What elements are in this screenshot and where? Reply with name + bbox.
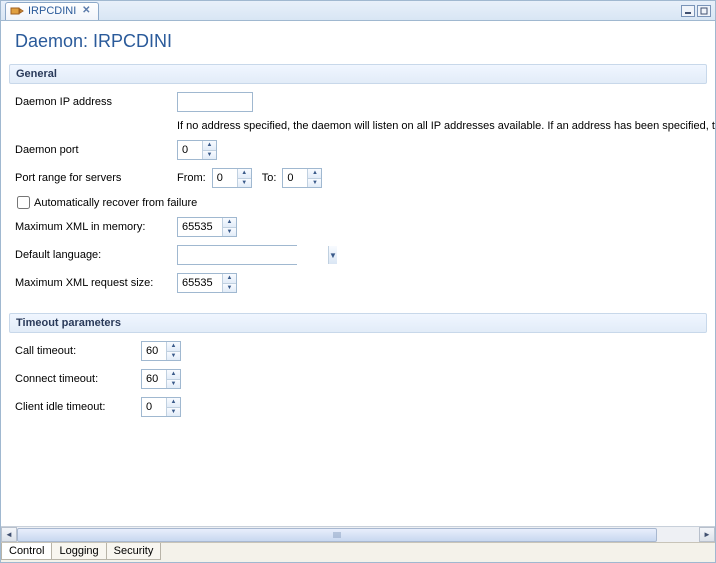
default-lang-label: Default language: [15, 249, 177, 261]
timeout-header: Timeout parameters [9, 313, 707, 333]
chevron-down-icon[interactable]: ▼ [238, 178, 251, 188]
scroll-track[interactable] [17, 527, 699, 542]
auto-recover-checkbox[interactable] [17, 196, 30, 209]
chevron-up-icon[interactable]: ▲ [238, 169, 251, 178]
port-range-from-spinner[interactable]: ▲▼ [212, 168, 252, 188]
bottom-tabs: Control Logging Security [1, 542, 715, 562]
editor-tab-title: IRPCDINI [28, 5, 76, 17]
chevron-up-icon[interactable]: ▲ [223, 274, 236, 283]
max-xml-mem-label: Maximum XML in memory: [15, 221, 177, 233]
call-timeout-spinner[interactable]: ▲▼ [141, 341, 181, 361]
daemon-port-label: Daemon port [15, 144, 177, 156]
auto-recover-label: Automatically recover from failure [34, 197, 197, 209]
daemon-ip-label: Daemon IP address [15, 96, 177, 108]
tab-control[interactable]: Control [1, 543, 52, 560]
max-xml-mem-input[interactable] [178, 218, 222, 236]
port-range-label: Port range for servers [15, 172, 177, 184]
scroll-thumb[interactable] [17, 528, 657, 542]
timeout-group: Timeout parameters Call timeout: ▲▼ Conn… [9, 313, 707, 427]
call-timeout-label: Call timeout: [15, 345, 141, 357]
chevron-up-icon[interactable]: ▲ [167, 398, 180, 407]
chevron-down-icon[interactable]: ▼ [308, 178, 321, 188]
chevron-down-icon[interactable]: ▼ [223, 227, 236, 237]
chevron-down-icon[interactable]: ▼ [167, 351, 180, 361]
window-controls [681, 5, 711, 17]
close-icon[interactable]: ✕ [80, 5, 92, 17]
chevron-up-icon[interactable]: ▲ [223, 218, 236, 227]
chevron-down-icon[interactable]: ▼ [328, 246, 337, 264]
max-xml-mem-spinner[interactable]: ▲▼ [177, 217, 237, 237]
chevron-up-icon[interactable]: ▲ [308, 169, 321, 178]
max-xml-req-input[interactable] [178, 274, 222, 292]
connect-timeout-label: Connect timeout: [15, 373, 141, 385]
chevron-up-icon[interactable]: ▲ [203, 141, 216, 150]
chevron-down-icon[interactable]: ▼ [223, 283, 236, 293]
default-lang-input[interactable] [178, 246, 328, 264]
general-header: General [9, 64, 707, 84]
port-range-from-input[interactable] [213, 169, 237, 187]
scroll-right-button[interactable]: ► [699, 527, 715, 542]
chevron-up-icon[interactable]: ▲ [167, 342, 180, 351]
max-xml-req-label: Maximum XML request size: [15, 277, 177, 289]
port-range-to-spinner[interactable]: ▲▼ [282, 168, 322, 188]
page-title: Daemon: IRPCDINI [1, 21, 715, 60]
tab-security[interactable]: Security [106, 543, 162, 560]
from-label: From: [177, 172, 206, 184]
chevron-down-icon[interactable]: ▼ [203, 150, 216, 160]
to-label: To: [262, 172, 277, 184]
title-bar: IRPCDINI ✕ [1, 1, 715, 21]
horizontal-scrollbar[interactable]: ◄ ► [1, 526, 715, 542]
content-area: Daemon: IRPCDINI General Daemon IP addre… [1, 21, 715, 562]
connect-timeout-input[interactable] [142, 370, 166, 388]
max-xml-req-spinner[interactable]: ▲▼ [177, 273, 237, 293]
maximize-button[interactable] [697, 5, 711, 17]
default-lang-dropdown[interactable]: ▼ [177, 245, 297, 265]
editor-tab[interactable]: IRPCDINI ✕ [5, 2, 99, 20]
daemon-ip-input[interactable] [177, 92, 253, 112]
call-timeout-input[interactable] [142, 342, 166, 360]
minimize-button[interactable] [681, 5, 695, 17]
port-range-to-input[interactable] [283, 169, 307, 187]
chevron-down-icon[interactable]: ▼ [167, 407, 180, 417]
daemon-port-input[interactable] [178, 141, 202, 159]
daemon-icon [10, 4, 24, 18]
idle-timeout-label: Client idle timeout: [15, 401, 141, 413]
chevron-down-icon[interactable]: ▼ [167, 379, 180, 389]
chevron-up-icon[interactable]: ▲ [167, 370, 180, 379]
tab-logging[interactable]: Logging [51, 543, 106, 560]
daemon-port-spinner[interactable]: ▲▼ [177, 140, 217, 160]
general-group: General Daemon IP address If no address … [9, 64, 707, 303]
daemon-ip-hint: If no address specified, the daemon will… [177, 120, 701, 132]
connect-timeout-spinner[interactable]: ▲▼ [141, 369, 181, 389]
idle-timeout-input[interactable] [142, 398, 166, 416]
idle-timeout-spinner[interactable]: ▲▼ [141, 397, 181, 417]
scroll-left-button[interactable]: ◄ [1, 527, 17, 542]
